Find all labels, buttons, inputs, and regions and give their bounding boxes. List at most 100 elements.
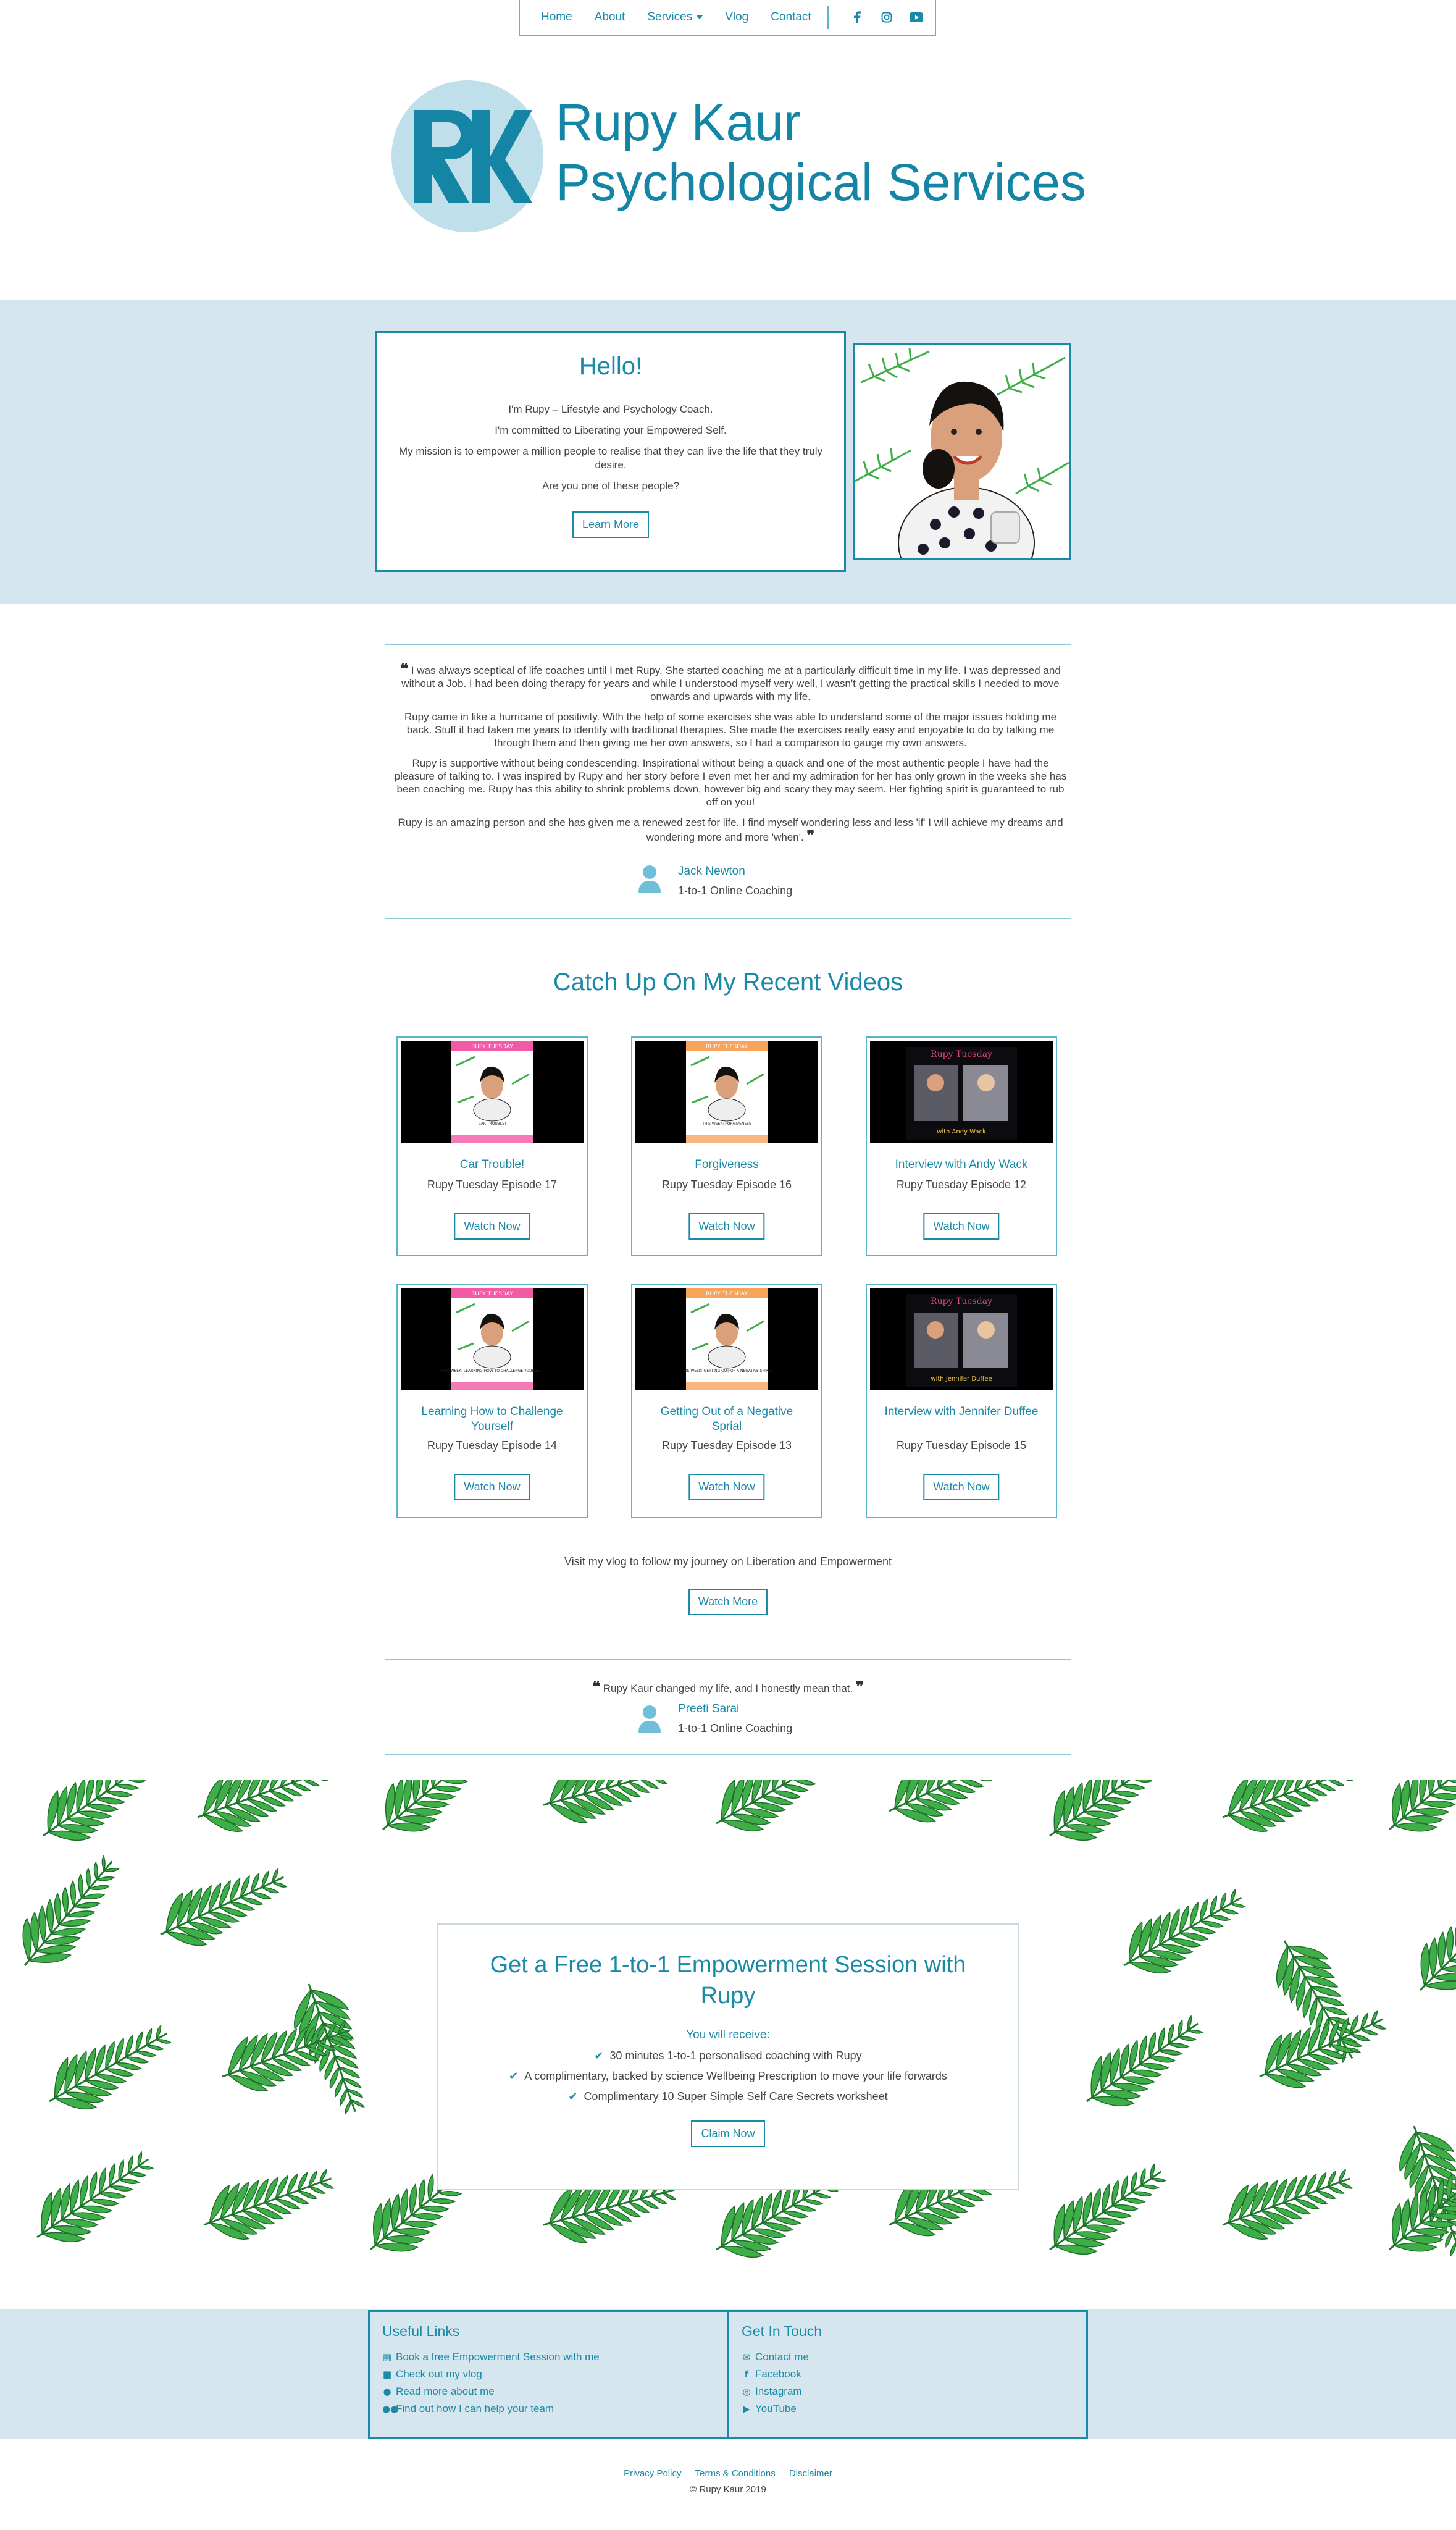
- divider: [385, 1659, 1071, 1660]
- video-episode: Rupy Tuesday Episode 16: [661, 1179, 792, 1191]
- watch-now-button[interactable]: Watch Now: [923, 1474, 1000, 1500]
- hello-line-3: My mission is to empower a million peopl…: [399, 445, 822, 471]
- leaf-icon: [382, 1780, 488, 1832]
- leaf-icon: [1123, 1888, 1247, 1974]
- watch-now-button[interactable]: Watch Now: [688, 1474, 765, 1500]
- video-title-link[interactable]: Forgiveness: [645, 1158, 809, 1172]
- footer-link-contact[interactable]: ✉ Contact me: [742, 2348, 1074, 2366]
- logo-line-2: Psychological Services: [556, 153, 1087, 211]
- user-icon: [638, 1705, 661, 1733]
- terms-link[interactable]: Terms & Conditions: [695, 2468, 776, 2479]
- facebook-icon[interactable]: [842, 11, 872, 23]
- hello-line-1: I'm Rupy – Lifestyle and Psychology Coac…: [508, 403, 713, 415]
- learn-more-button[interactable]: Learn More: [572, 511, 650, 538]
- footer-heading: Useful Links: [382, 2323, 460, 2339]
- leaf-icon: [1419, 1893, 1456, 1991]
- nav-services-label: Services: [647, 11, 693, 23]
- leaf-icon: [203, 2169, 335, 2240]
- leaf-icon: [49, 2024, 172, 2110]
- nav-home[interactable]: Home: [541, 11, 572, 24]
- testimonial-author[interactable]: Jack Newton: [678, 865, 745, 878]
- testimonial-role: 1-to-1 Online Coaching: [678, 1722, 793, 1734]
- footer-link-team[interactable]: ●●Find out how I can help your team: [382, 2400, 714, 2418]
- cta-subtitle: You will receive:: [686, 2028, 770, 2041]
- footer-link-label: YouTube: [755, 2403, 797, 2414]
- thumb-banner: RUPY TUESDAY: [471, 1291, 513, 1297]
- video-episode: Rupy Tuesday Episode 17: [427, 1179, 558, 1191]
- video-title-link[interactable]: Interview with Andy Wack: [879, 1158, 1044, 1172]
- video-thumbnail[interactable]: RUPY TUESDAY CAR TROUBLE!: [401, 1041, 584, 1143]
- leaf-icon: [36, 2151, 154, 2243]
- leaf-icon: [1222, 2169, 1353, 2240]
- testimonial-author[interactable]: Preeti Sarai: [678, 1702, 739, 1716]
- leaf-icon: [716, 1780, 835, 1832]
- watch-now-button[interactable]: Watch Now: [454, 1213, 530, 1240]
- video-episode: Rupy Tuesday Episode 14: [427, 1439, 558, 1452]
- footer-link-youtube[interactable]: ▶ YouTube: [742, 2400, 1074, 2418]
- video-thumbnail[interactable]: Rupy Tuesday with Andy Wack: [870, 1041, 1053, 1143]
- footer-link-book[interactable]: ▦ Book a free Empowerment Session with me: [382, 2348, 714, 2366]
- free-session-card: Get a Free 1-to-1 Empowerment Session wi…: [437, 1923, 1019, 2190]
- disclaimer-link[interactable]: Disclaimer: [789, 2468, 832, 2479]
- watch-more-wrapper: Watch More: [0, 1589, 1456, 1615]
- video-title-link[interactable]: Interview with Jennifer Duffee: [879, 1405, 1044, 1419]
- video-card: RUPY TUESDAY THIS WEEK: LEARNING HOW TO C…: [396, 1284, 588, 1518]
- footer-link-about[interactable]: ● Read more about me: [382, 2383, 714, 2400]
- footer-link-label: Read more about me: [396, 2385, 495, 2397]
- video-title-link[interactable]: Learning How to Challenge Yourself: [410, 1405, 574, 1434]
- nav-about[interactable]: About: [595, 11, 625, 24]
- video-thumbnail[interactable]: RUPY TUESDAY THIS WEEK: FORGIVENESS: [635, 1041, 818, 1143]
- nav-vlog[interactable]: Vlog: [725, 11, 748, 24]
- copyright: © Rupy Kaur 2019: [690, 2484, 766, 2495]
- video-thumbnail[interactable]: Rupy Tuesday with Jennifer Duffee: [870, 1288, 1053, 1390]
- instagram-icon[interactable]: [872, 12, 902, 23]
- check-icon: ✔: [568, 2090, 578, 2103]
- cta-benefit: ✔ 30 minutes 1-to-1 personalised coaching…: [438, 2049, 1018, 2062]
- video-episode: Rupy Tuesday Episode 12: [896, 1179, 1027, 1191]
- close-quote-icon: ❞: [855, 1678, 864, 1696]
- leaf-icon: [1049, 2163, 1167, 2255]
- watch-now-button[interactable]: Watch Now: [923, 1213, 1000, 1240]
- nav-services[interactable]: Services: [647, 11, 703, 24]
- footer-link-label: Contact me: [755, 2351, 809, 2363]
- privacy-policy-link[interactable]: Privacy Policy: [624, 2468, 681, 2479]
- user-icon: [638, 865, 661, 893]
- claim-now-button[interactable]: Claim Now: [691, 2120, 765, 2147]
- youtube-icon: ▶: [743, 2403, 750, 2414]
- thumb-banner: RUPY TUESDAY: [706, 1044, 748, 1050]
- chevron-down-icon: [697, 15, 703, 19]
- footer-link-instagram[interactable]: ◎ Instagram: [742, 2383, 1074, 2400]
- watch-more-button[interactable]: Watch More: [688, 1589, 768, 1615]
- thumb-caption: THIS WEEK: GETTING OUT OF A NEGATIVE SPI…: [680, 1369, 773, 1373]
- hello-line-2: I'm committed to Liberating your Empower…: [495, 424, 727, 436]
- cta-benefit: ✔ A complimentary, backed by science Well…: [438, 2070, 1018, 2083]
- cta-benefit-text: Complimentary 10 Super Simple Self Care …: [584, 2090, 888, 2103]
- testimonial-paragraph: Rupy is an amazing person and she has gi…: [398, 817, 1063, 843]
- hello-card: Hello! I'm Rupy – Lifestyle and Psycholo…: [375, 331, 846, 572]
- video-thumbnail[interactable]: RUPY TUESDAY THIS WEEK: GETTING OUT OF A …: [635, 1288, 818, 1390]
- youtube-icon[interactable]: [902, 12, 931, 22]
- top-navigation: Home About Services Vlog Contact: [519, 0, 936, 36]
- instagram-icon: ◎: [742, 2386, 751, 2397]
- close-quote-icon: ❞: [806, 826, 815, 844]
- facebook-icon: f: [744, 2369, 749, 2380]
- nav-contact[interactable]: Contact: [771, 11, 811, 24]
- open-quote-icon: ❝: [400, 660, 409, 678]
- footer-heading: Get In Touch: [742, 2323, 822, 2339]
- watch-now-button[interactable]: Watch Now: [454, 1474, 530, 1500]
- watch-now-button[interactable]: Watch Now: [688, 1213, 765, 1240]
- video-title-link[interactable]: Car Trouble!: [410, 1158, 574, 1172]
- hero-photo: [853, 343, 1071, 560]
- video-episode: Rupy Tuesday Episode 15: [896, 1439, 1027, 1452]
- videos-section-title: Catch Up On My Recent Videos: [553, 969, 903, 996]
- thumb-caption: THIS WEEK: LEARNING HOW TO CHALLENGE YOU…: [440, 1369, 544, 1373]
- footer-link-vlog[interactable]: ■ Check out my vlog: [382, 2366, 714, 2383]
- footer-link-facebook[interactable]: f Facebook: [742, 2366, 1074, 2383]
- video-title-link[interactable]: Getting Out of a Negative Sprial: [645, 1405, 809, 1434]
- thumb-caption: with Jennifer Duffee: [931, 1376, 992, 1382]
- video-card: RUPY TUESDAY THIS WEEK: FORGIVENESS Forgiv…: [631, 1036, 822, 1256]
- hello-title: Hello!: [579, 353, 643, 380]
- video-card: RUPY TUESDAY CAR TROUBLE! Car Trouble! Rupy…: [396, 1036, 588, 1256]
- video-thumbnail[interactable]: RUPY TUESDAY THIS WEEK: LEARNING HOW TO C…: [401, 1288, 584, 1390]
- open-quote-icon: ❝: [592, 1678, 601, 1696]
